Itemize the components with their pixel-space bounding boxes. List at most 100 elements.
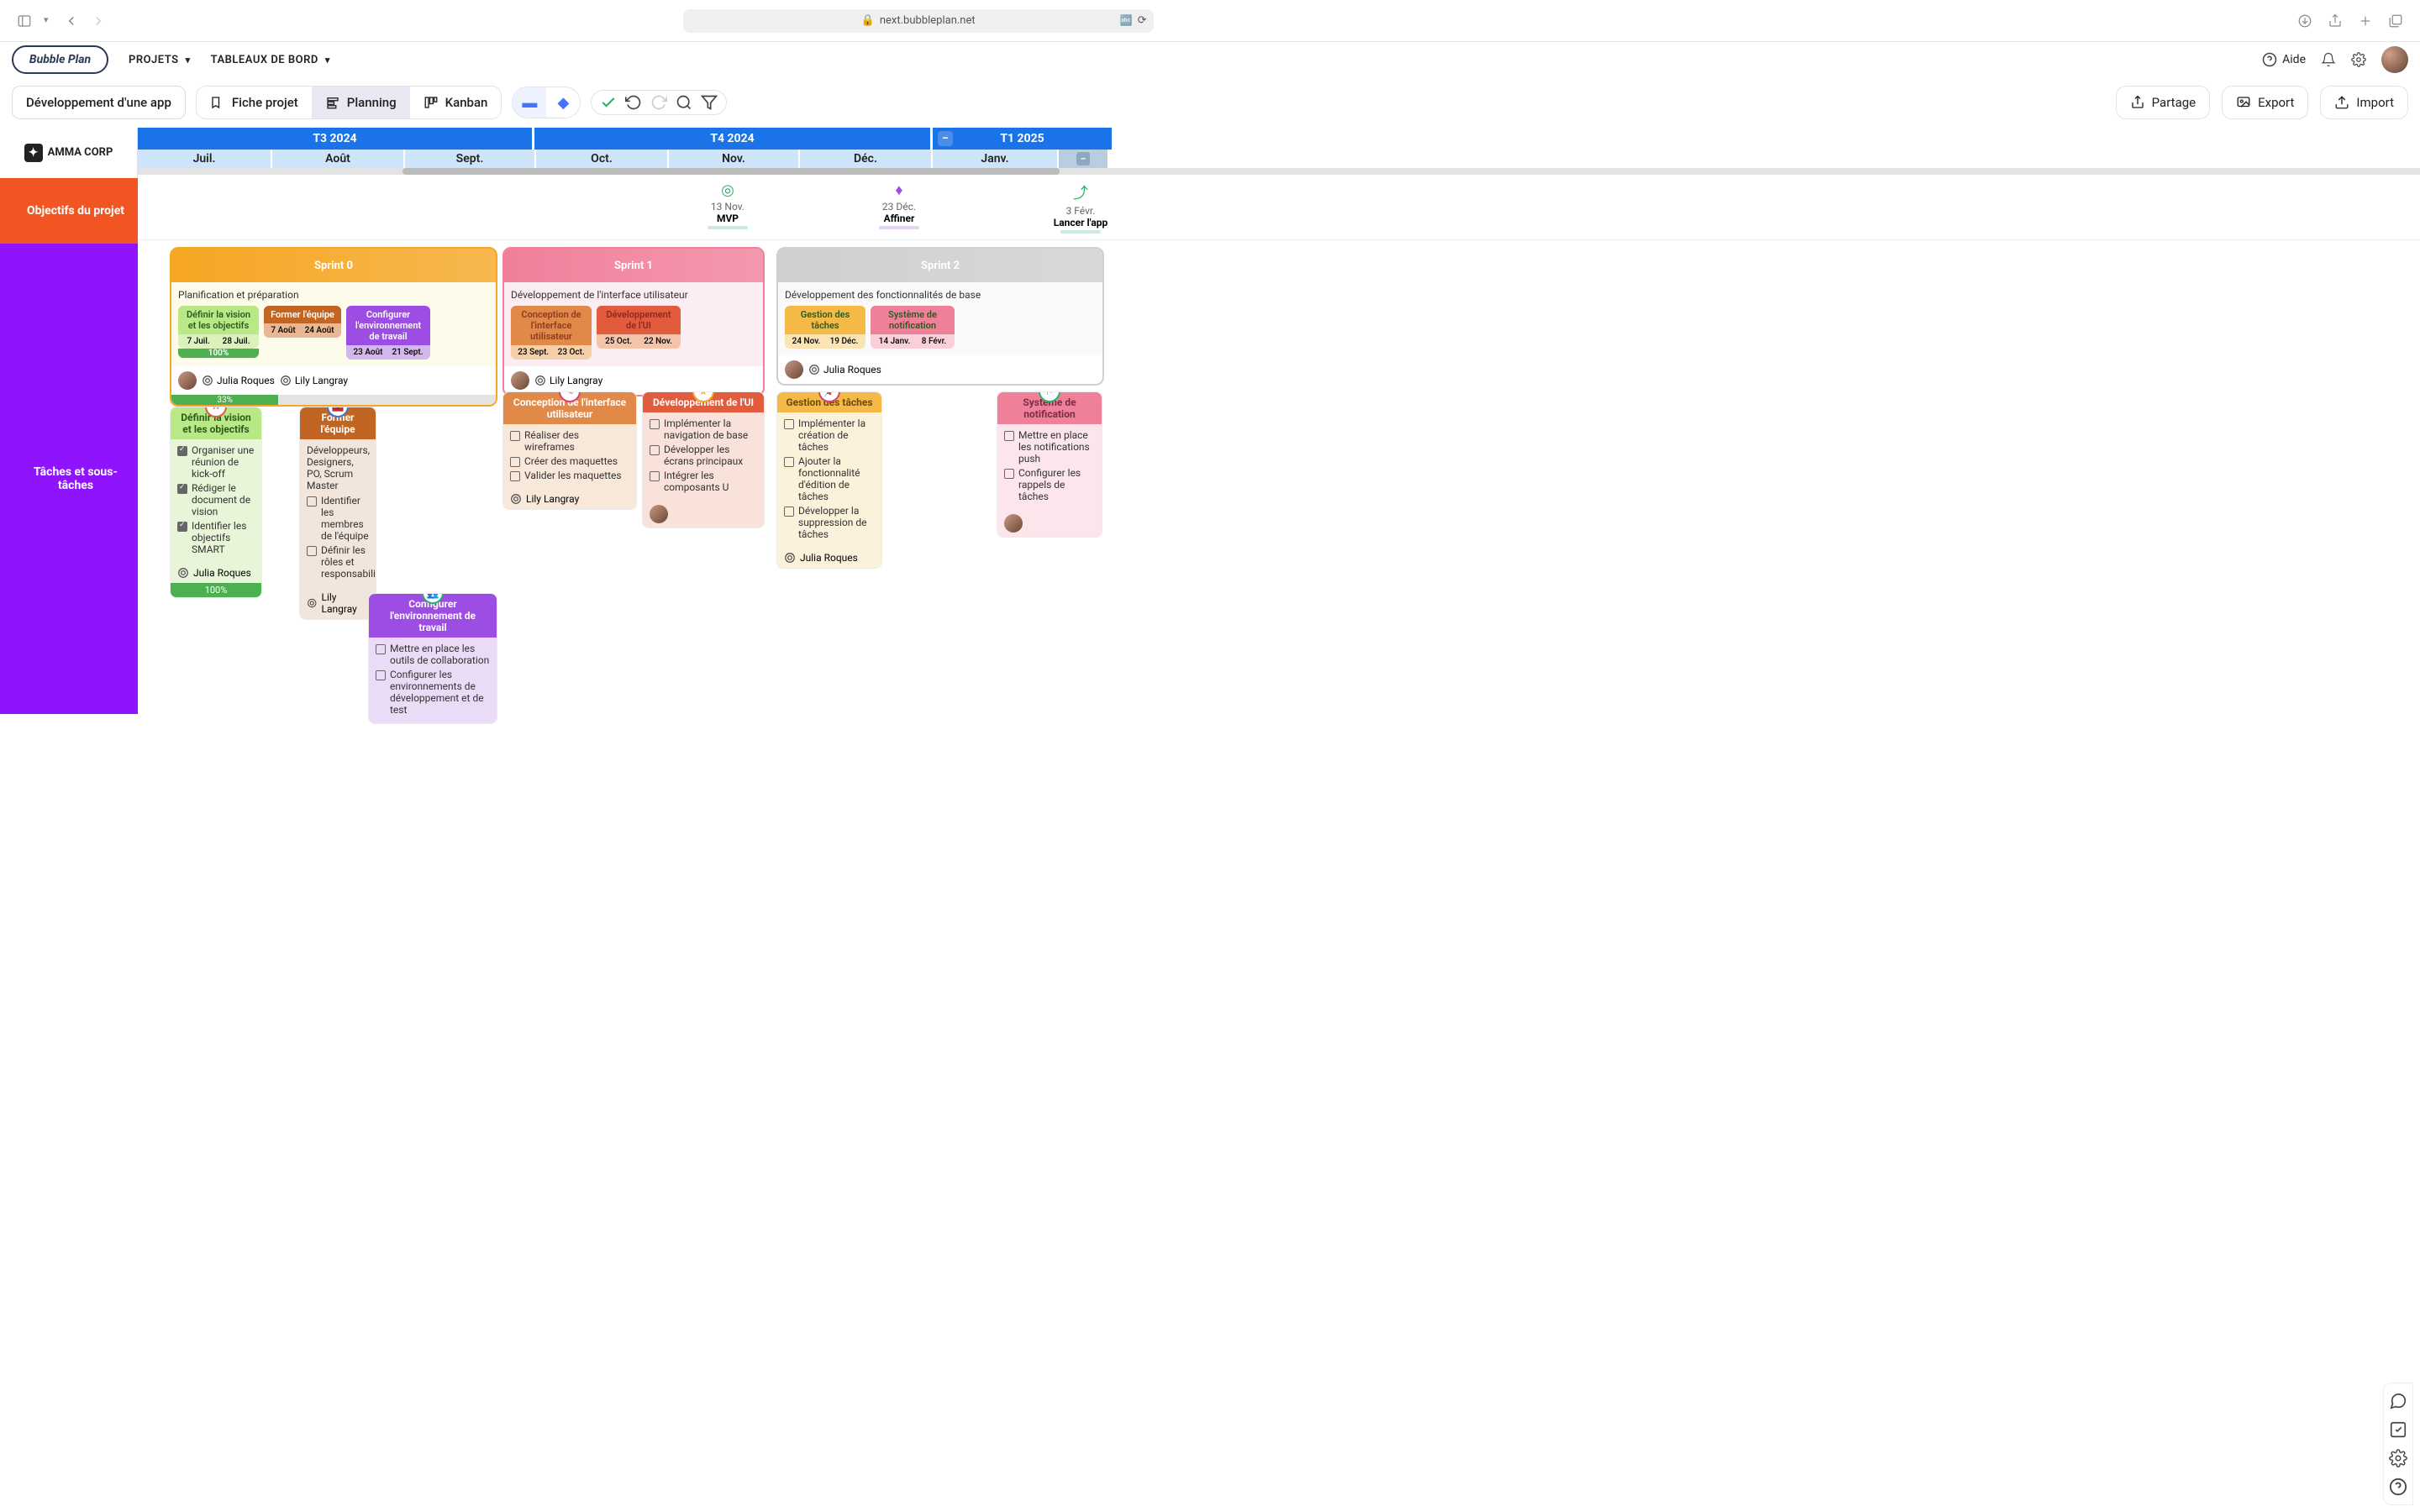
checklist-item[interactable]: Valider les maquettes (510, 470, 629, 481)
task-card[interactable]: 👥 Configurer l'environnement de travail … (368, 593, 497, 724)
checklist-item[interactable]: Développer les écrans principaux (650, 444, 757, 467)
checklist-item[interactable]: Organiser une réunion de kick-off (177, 444, 255, 480)
task-card[interactable]: 📌 Gestion des tâches Implémenter la créa… (776, 391, 882, 569)
checklist-item[interactable]: Implémenter la navigation de base (650, 417, 757, 441)
tasks-panel-icon[interactable] (2389, 1420, 2407, 1439)
checkbox-icon[interactable] (650, 471, 660, 481)
undo-icon[interactable] (625, 94, 642, 111)
checklist-item[interactable]: Mettre en place les outils de collaborat… (376, 643, 490, 666)
share-icon[interactable] (2328, 13, 2343, 29)
view-mode-calendar[interactable]: ▬ (513, 87, 546, 118)
milestone[interactable]: ⤴3 Févr.Lancer l'app (1054, 181, 1108, 234)
checklist-item[interactable]: Créer des maquettes (510, 455, 629, 467)
checklist-item[interactable]: Réaliser des wireframes (510, 429, 629, 453)
help-panel-icon[interactable] (2389, 1478, 2407, 1496)
view-mode-diamond[interactable]: ◆ (546, 87, 580, 118)
timeline-month[interactable]: Déc. (800, 150, 933, 168)
sub-task[interactable]: Gestion des tâches 24 Nov.19 Déc. (785, 306, 865, 349)
timeline-month[interactable]: Sept. (405, 150, 536, 168)
timeline-quarter[interactable]: T4 2024 (534, 128, 933, 150)
bell-icon[interactable] (2321, 52, 2336, 67)
task-card[interactable]: ⚑ Système de notification Mettre en plac… (997, 391, 1102, 538)
sub-task[interactable]: Développement de l'UI 25 Oct.22 Nov. (597, 306, 681, 360)
import-button[interactable]: Import (2320, 86, 2408, 119)
checklist-item[interactable]: Implémenter la création de tâches (784, 417, 875, 453)
checkbox-icon[interactable] (510, 431, 520, 441)
export-button[interactable]: Export (2222, 86, 2308, 119)
checklist-item[interactable]: Configurer les environnements de dévelop… (376, 669, 490, 716)
timeline-month[interactable]: Juil. (138, 150, 272, 168)
tab-planning[interactable]: Planning (312, 87, 410, 118)
nav-back-icon[interactable] (64, 13, 79, 29)
chat-icon[interactable] (2389, 1392, 2407, 1410)
checkbox-icon[interactable] (307, 496, 317, 507)
project-name-button[interactable]: Développement d'une app (12, 86, 186, 119)
checklist-item[interactable]: Rédiger le document de vision (177, 482, 255, 517)
checklist-item[interactable]: Définir les rôles et responsabilités (307, 544, 369, 580)
checkbox-icon[interactable] (177, 446, 187, 456)
checkbox-icon[interactable] (650, 419, 660, 429)
tab-sheet[interactable]: Fiche projet (197, 87, 312, 118)
checkbox-icon[interactable] (177, 522, 187, 532)
nav-dashboards[interactable]: TABLEAUX DE BORD (211, 54, 330, 66)
sub-task[interactable]: Configurer l'environnement de travail 23… (346, 306, 430, 360)
share-button[interactable]: Partage (2116, 86, 2210, 119)
milestone[interactable]: ◎13 Nov.MVP (708, 181, 748, 229)
checkbox-icon[interactable] (650, 445, 660, 455)
app-logo[interactable]: Bubble Plan (12, 45, 108, 74)
dropdown-icon[interactable] (44, 13, 52, 29)
reload-icon[interactable]: ⟳ (1138, 14, 1147, 27)
checklist-item[interactable]: Identifier les objectifs SMART (177, 520, 255, 555)
milestone[interactable]: ♦23 Déc.Affiner (879, 181, 919, 229)
sprint-card[interactable]: Sprint 1 Développement de l'interface ut… (502, 247, 765, 396)
checkbox-icon[interactable] (784, 419, 794, 429)
sprint-card[interactable]: Sprint 2 Développement des fonctionnalit… (776, 247, 1104, 386)
timeline-month[interactable]: Nov. (669, 150, 800, 168)
task-card[interactable]: ★ Développement de l'UI Implémenter la n… (642, 391, 765, 528)
gear-icon[interactable] (2351, 52, 2366, 67)
timeline-collapse[interactable]: − (1059, 150, 1109, 168)
sub-task[interactable]: Former l'équipe 7 Août24 Août (264, 306, 341, 360)
filter-icon[interactable] (701, 94, 718, 111)
checklist-item[interactable]: Identifier les membres de l'équipe (307, 495, 369, 542)
sub-task[interactable]: Définir la vision et les objectifs 7 Jui… (178, 306, 259, 360)
translate-icon[interactable]: 🔤 (1120, 14, 1133, 27)
download-icon[interactable] (2297, 13, 2312, 29)
checklist-item[interactable]: Mettre en place les notifications push (1004, 429, 1095, 465)
checkbox-icon[interactable] (784, 457, 794, 467)
checklist-item[interactable]: Intégrer les composants U (650, 470, 757, 493)
task-card[interactable]: ✎ Conception de l'interface utilisateur … (502, 391, 637, 510)
user-avatar[interactable] (2381, 46, 2408, 73)
collapse-toggle[interactable]: − (938, 131, 953, 146)
checklist-item[interactable]: Développer la suppression de tâches (784, 505, 875, 540)
checkbox-icon[interactable] (307, 546, 317, 556)
timeline-month[interactable]: Janv. (933, 150, 1059, 168)
search-icon[interactable] (676, 94, 692, 111)
checklist-item[interactable]: Configurer les rappels de tâches (1004, 467, 1095, 502)
checkbox-icon[interactable] (1004, 431, 1014, 441)
sprint-card[interactable]: Sprint 0 Planification et préparation Dé… (170, 247, 497, 407)
task-card[interactable]: 🧰 Former l'équipe Développeurs, Designer… (299, 407, 376, 620)
sidebar-toggle-icon[interactable] (17, 13, 32, 29)
help-link[interactable]: Aide (2262, 52, 2306, 67)
sub-task[interactable]: Système de notification 14 Janv.8 Févr. (871, 306, 955, 349)
new-tab-icon[interactable] (2358, 13, 2373, 29)
timeline-quarter[interactable]: −T1 2025 (933, 128, 1114, 150)
checkbox-icon[interactable] (376, 670, 386, 680)
checklist-item[interactable]: Ajouter la fonctionnalité d'édition de t… (784, 455, 875, 502)
task-card[interactable]: ✕ Définir la vision et les objectifs Org… (170, 407, 262, 598)
checkbox-icon[interactable] (510, 471, 520, 481)
timeline-month[interactable]: Août (272, 150, 405, 168)
url-bar[interactable]: 🔒 next.bubbleplan.net 🔤 ⟳ (683, 9, 1154, 33)
checkbox-icon[interactable] (784, 507, 794, 517)
nav-projects[interactable]: PROJETS (129, 54, 191, 66)
tabs-icon[interactable] (2388, 13, 2403, 29)
checkbox-icon[interactable] (1004, 469, 1014, 479)
checkbox-icon[interactable] (376, 644, 386, 654)
sub-task[interactable]: Conception de l'interface utilisateur 23… (511, 306, 592, 360)
timeline-quarter[interactable]: T3 2024 (138, 128, 534, 150)
checkbox-icon[interactable] (177, 484, 187, 494)
tab-kanban[interactable]: Kanban (410, 87, 502, 118)
horizontal-scrollbar[interactable] (138, 168, 2420, 175)
checkbox-icon[interactable] (510, 457, 520, 467)
